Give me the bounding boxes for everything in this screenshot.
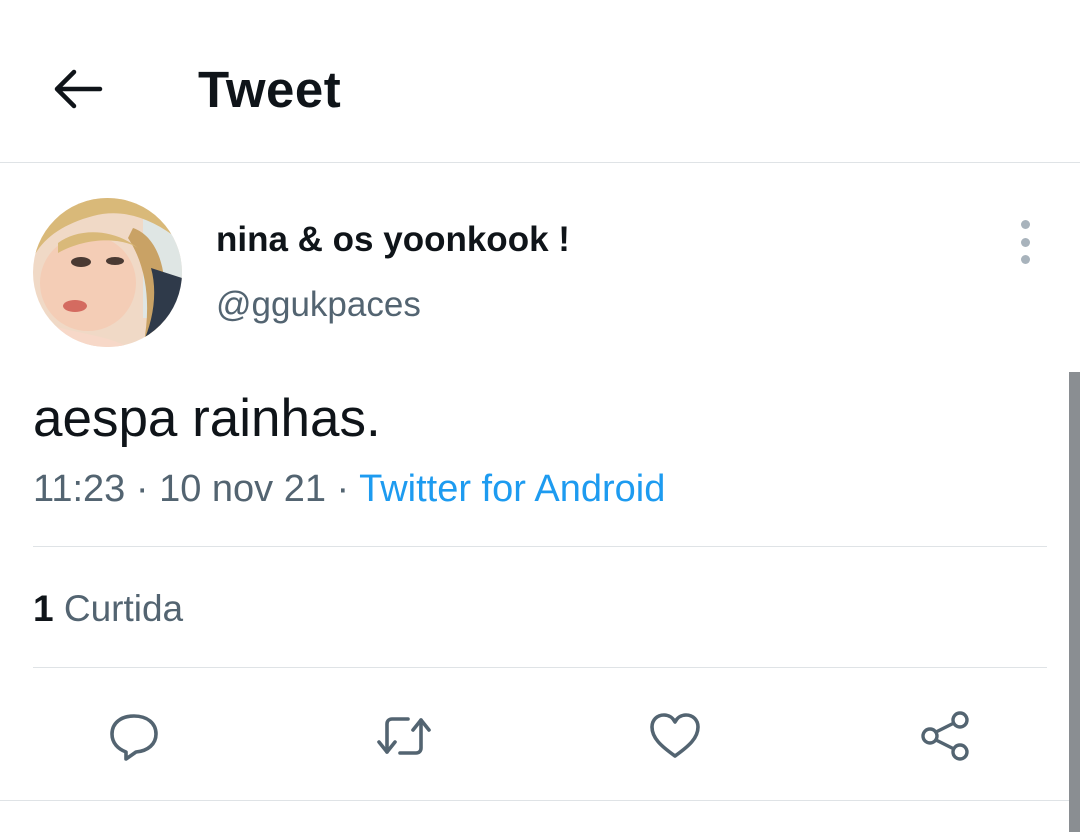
divider	[33, 546, 1047, 547]
page-title: Tweet	[198, 61, 342, 118]
likes-label: Curtida	[63, 588, 184, 629]
avatar[interactable]	[33, 198, 182, 347]
top-bar: Tweet	[0, 0, 1080, 163]
like-button[interactable]	[645, 706, 705, 766]
scrollbar[interactable]	[1069, 372, 1080, 832]
tweet-source-link[interactable]: Twitter for Android	[359, 468, 665, 510]
tweet-text: aespa rainhas.	[33, 389, 381, 448]
more-dot	[1020, 255, 1030, 264]
tweet-meta: 11:23 · 10 nov 21 · Twitter for Android	[33, 468, 665, 511]
tweet-date: 10 nov 21	[159, 468, 326, 510]
heart-icon	[650, 713, 700, 758]
tweet-time: 11:23	[33, 468, 126, 510]
user-handle[interactable]: @ggukpaces	[216, 285, 421, 325]
likes-summary[interactable]: 1 Curtida	[33, 588, 183, 630]
retweet-icon	[377, 717, 431, 755]
more-vertical-icon	[1020, 220, 1030, 229]
share-button[interactable]	[915, 706, 975, 766]
reply-button[interactable]	[104, 706, 164, 766]
divider	[0, 800, 1080, 801]
retweet-button[interactable]	[374, 706, 434, 766]
meta-separator: ·	[135, 468, 160, 510]
back-button[interactable]	[50, 62, 104, 116]
display-name[interactable]: nina & os yoonkook !	[216, 220, 570, 260]
avatar-image	[33, 198, 182, 347]
more-options-button[interactable]	[1005, 220, 1045, 264]
likes-count: 1	[33, 588, 54, 629]
divider	[33, 667, 1047, 668]
share-icon	[921, 711, 969, 761]
more-dot	[1020, 237, 1030, 247]
arrow-left-icon	[54, 69, 103, 109]
meta-separator: ·	[336, 468, 360, 510]
reply-icon	[110, 714, 158, 761]
